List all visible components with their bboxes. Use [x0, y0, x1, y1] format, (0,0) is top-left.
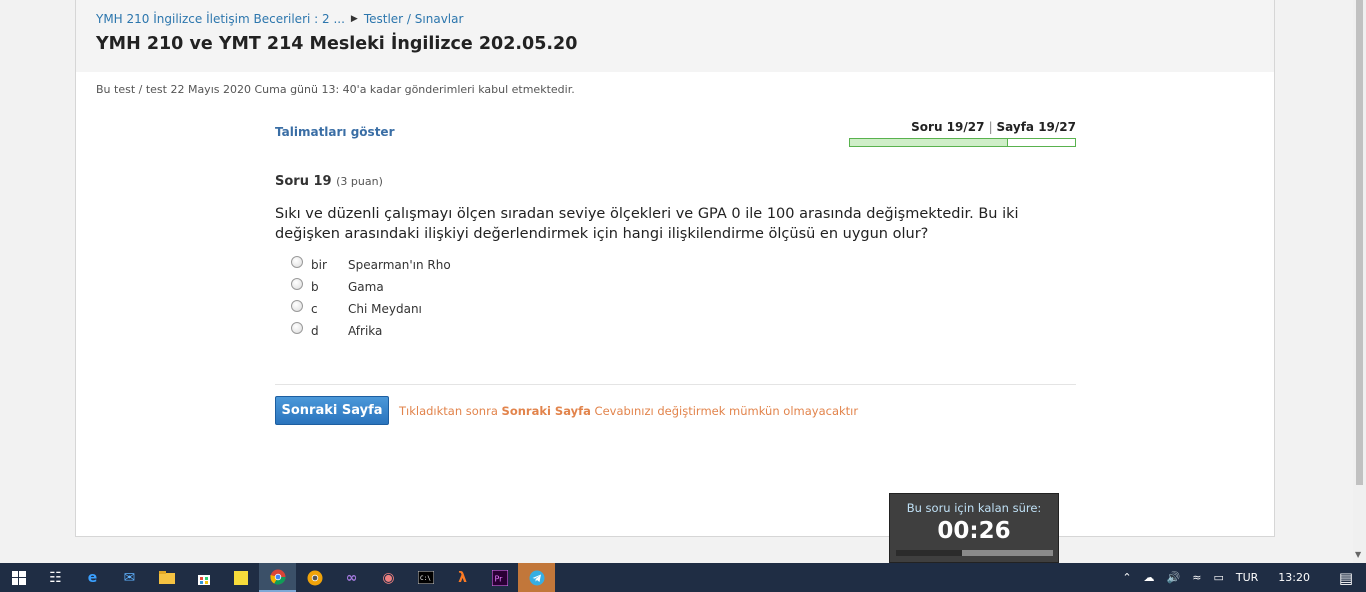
quiz-page: YMH 210 İngilizce İletişim Becerileri : …	[75, 0, 1275, 537]
scrollbar-thumb[interactable]	[1356, 0, 1363, 485]
progress-bar	[849, 138, 1076, 147]
store-icon[interactable]	[185, 563, 222, 592]
telegram-icon[interactable]	[518, 563, 555, 592]
svg-text:Pr: Pr	[494, 574, 503, 583]
paint-icon[interactable]: ◉	[370, 563, 407, 592]
visual-studio-icon[interactable]: ∞	[333, 563, 370, 592]
option-c[interactable]: c Chi Meydanı	[291, 298, 451, 320]
option-key: bir	[311, 258, 327, 272]
show-hidden-icons-icon[interactable]: ⌃	[1122, 571, 1131, 584]
option-b[interactable]: b Gama	[291, 276, 451, 298]
radio-button[interactable]	[291, 322, 303, 334]
deadline-notice: Bu test / test 22 Mayıs 2020 Cuma günü 1…	[96, 83, 575, 96]
warning-suffix: Cevabınızı değiştirmek mümkün olmayacakt…	[594, 404, 859, 418]
timer-bar-fill	[896, 550, 962, 556]
wifi-icon[interactable]: ≈	[1192, 571, 1201, 584]
sticky-notes-icon[interactable]	[222, 563, 259, 592]
question-header: Soru 19 (3 puan)	[275, 174, 383, 189]
task-view-icon[interactable]: ☷	[37, 563, 74, 592]
question-timer: Bu soru için kalan süre: 00:26	[889, 493, 1059, 563]
option-key: b	[311, 280, 319, 294]
option-key: d	[311, 324, 319, 338]
battery-icon[interactable]: ▭	[1213, 571, 1223, 584]
vertical-scrollbar[interactable]: ▼	[1353, 0, 1366, 563]
language-indicator[interactable]: TUR	[1236, 571, 1258, 584]
show-instructions-link[interactable]: Talimatları göster	[275, 125, 395, 139]
question-number: Soru 19	[275, 174, 332, 189]
option-text: Afrika	[348, 324, 383, 338]
windows-taskbar: ☷ e ✉ ∞ ◉ C:\ λ Pr ⌃ ☁ 🔊 ≈ ▭ TUR 13:20 ▤	[0, 563, 1366, 592]
option-text: Chi Meydanı	[348, 302, 422, 316]
option-text: Spearman'ın Rho	[348, 258, 451, 272]
page-header: YMH 210 İngilizce İletişim Becerileri : …	[76, 0, 1274, 72]
progress-page: Sayfa 19/27	[996, 120, 1076, 134]
warning-bold: Sonraki Sayfa	[501, 404, 591, 418]
xampp-icon[interactable]: λ	[444, 563, 481, 592]
breadcrumb: YMH 210 İngilizce İletişim Becerileri : …	[96, 12, 1254, 26]
timer-value: 00:26	[937, 518, 1011, 544]
breadcrumb-separator-icon: ▶	[350, 14, 358, 24]
mail-icon[interactable]: ✉	[111, 563, 148, 592]
progress-bar-fill	[850, 139, 1009, 146]
premiere-icon[interactable]: Pr	[481, 563, 518, 592]
radio-button[interactable]	[291, 256, 303, 268]
timer-bar	[896, 550, 1053, 556]
chrome-canary-icon[interactable]	[296, 563, 333, 592]
system-tray: ⌃ ☁ 🔊 ≈ ▭ TUR 13:20 ▤	[1116, 563, 1366, 592]
breadcrumb-course-link[interactable]: YMH 210 İngilizce İletişim Becerileri : …	[96, 12, 345, 26]
progress-separator: |	[988, 120, 997, 134]
progress-label: Soru 19/27 | Sayfa 19/27	[911, 120, 1076, 134]
radio-button[interactable]	[291, 300, 303, 312]
scroll-down-icon[interactable]: ▼	[1355, 550, 1361, 559]
warning-prefix: Tıkladıktan sonra	[399, 404, 498, 418]
next-page-button[interactable]: Sonraki Sayfa	[275, 396, 389, 425]
page-title: YMH 210 ve YMT 214 Mesleki İngilizce 202…	[96, 34, 578, 54]
chrome-icon[interactable]	[259, 563, 296, 592]
next-page-warning: Tıkladıktan sonra Sonraki Sayfa Cevabını…	[399, 404, 858, 418]
edge-icon[interactable]: e	[74, 563, 111, 592]
file-explorer-icon[interactable]	[148, 563, 185, 592]
terminal-icon[interactable]: C:\	[407, 563, 444, 592]
option-d[interactable]: d Afrika	[291, 320, 451, 342]
timer-label: Bu soru için kalan süre:	[906, 501, 1042, 515]
clock[interactable]: 13:20	[1278, 571, 1310, 584]
answer-options: bir Spearman'ın Rho b Gama c Chi Meydanı…	[291, 254, 451, 342]
windows-start-icon[interactable]	[0, 563, 37, 592]
question-points: (3 puan)	[336, 175, 383, 188]
question-text: Sıkı ve düzenli çalışmayı ölçen sıradan …	[275, 206, 1019, 242]
option-a[interactable]: bir Spearman'ın Rho	[291, 254, 451, 276]
option-key: c	[311, 302, 318, 316]
svg-text:C:\: C:\	[420, 575, 431, 582]
onedrive-icon[interactable]: ☁	[1144, 571, 1155, 584]
radio-button[interactable]	[291, 278, 303, 290]
divider	[275, 384, 1076, 385]
option-text: Gama	[348, 280, 384, 294]
breadcrumb-section-link[interactable]: Testler / Sınavlar	[364, 12, 464, 26]
progress-question: Soru 19/27	[911, 120, 985, 134]
volume-icon[interactable]: 🔊	[1167, 571, 1181, 584]
notifications-icon[interactable]: ▤	[1326, 569, 1366, 587]
